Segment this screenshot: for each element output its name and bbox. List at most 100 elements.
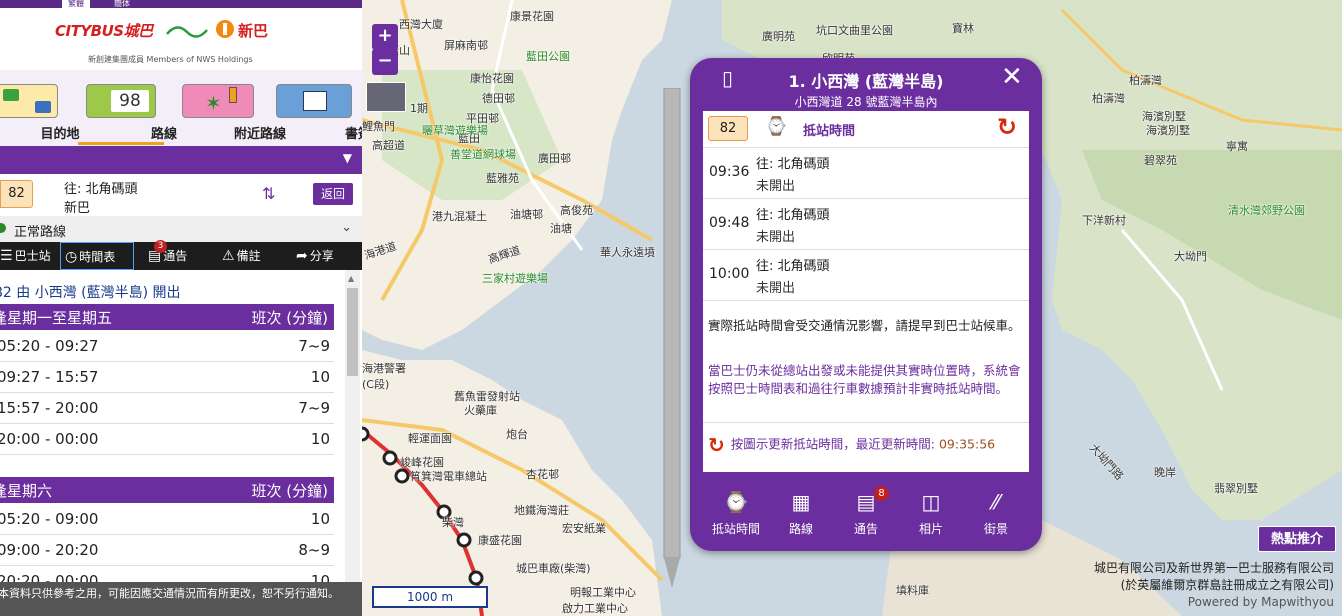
map-label: 柏濤灣	[1129, 74, 1162, 87]
tab-simplified[interactable]: 簡体	[108, 0, 136, 8]
map-label: 碧翠苑	[1144, 154, 1177, 167]
tool-notice[interactable]: ▤ 3 通告	[148, 240, 208, 270]
stop-popup: ▯ 1. 小西灣 (藍灣半島) 小西灣道 28 號藍灣半島內 ✕ 82 ⌚ 抵站…	[690, 58, 1042, 551]
map-label: 晚岸	[1154, 466, 1176, 479]
nav-route[interactable]: 98 路線	[78, 70, 177, 146]
route-number-icon: 98	[86, 84, 156, 118]
update-text: 按圖示更新抵站時間，最近更新時間:	[730, 436, 935, 452]
tool-share-label: 分享	[309, 249, 334, 263]
popup-tab-label: 相片	[918, 522, 943, 536]
bookmark-book-icon	[276, 84, 352, 118]
map-label: 1期	[410, 102, 428, 115]
map-label: 杏花邨	[526, 468, 559, 481]
tool-notice-label: 通告	[163, 249, 188, 263]
triangle-down-icon[interactable]: ▼	[343, 151, 352, 165]
nav-bookmark[interactable]: 書簽	[272, 70, 362, 146]
popup-tab-label: 街景	[983, 522, 1008, 536]
back-button[interactable]: 返回	[313, 183, 353, 205]
popup-tab-photo[interactable]: ◫ 相片	[901, 490, 961, 537]
tab-traditional[interactable]: 繁體	[62, 0, 90, 8]
map-label: 油塘邨	[510, 208, 543, 221]
streetview-icon: ⁄⁄	[992, 490, 1000, 514]
close-icon[interactable]: ✕	[1001, 62, 1023, 92]
table-row: 09:27 - 15:57 10	[0, 362, 334, 393]
map-label: 火藥庫	[464, 404, 497, 417]
nav-label-bookmark: 書簽	[344, 127, 362, 142]
citybus-logo: CITYBUS城巴	[55, 22, 153, 40]
table-row: 20:00 - 00:00 10	[0, 424, 334, 455]
popup-tab-notice[interactable]: ▤ 8 通告	[836, 486, 896, 537]
map-label: 清水灣郊野公園	[1228, 204, 1305, 217]
tool-timetable[interactable]: ◷ 時間表	[60, 242, 134, 270]
timetable: 82 由 小西灣 (藍灣半島) 開出 逢星期一至星期五 班次 (分鐘) 05:2…	[0, 270, 344, 582]
popup-subtitle: 小西灣道 28 號藍灣半島內	[794, 95, 938, 109]
tool-stops[interactable]: ☰ 巴士站	[0, 242, 58, 270]
table-row: 05:20 - 09:27 7~9	[0, 331, 334, 362]
nav-destination[interactable]: 目的地	[0, 70, 80, 146]
map-label: 曬草灣遊樂場	[422, 124, 488, 137]
tool-share[interactable]: ➦ 分享	[296, 242, 356, 270]
powered-by: Powered by Mapwithyou	[1187, 595, 1334, 609]
eta-destination: 往: 北角碼頭	[756, 157, 830, 172]
from-to-icon	[0, 84, 58, 118]
eta-label: 抵站時間	[803, 124, 856, 139]
section-days: 逢星期一至星期五	[0, 309, 113, 327]
bookmark-icon[interactable]: ▯	[722, 66, 733, 90]
swap-direction-icon[interactable]: ⇅	[262, 184, 275, 203]
map-pin-icon	[663, 88, 681, 588]
map-label: 城巴車廠(柴灣)	[516, 562, 591, 575]
map-label: 寧寓	[1226, 140, 1248, 153]
section-days: 逢星期六	[0, 482, 53, 500]
logo-area: CITYBUS城巴 新巴 新創建集團成員 Members of NWS Hold…	[0, 8, 362, 70]
camera-icon: ◫	[921, 490, 941, 514]
nwfb-logo: 新巴	[238, 22, 269, 40]
map-label: 屏麻南邨	[444, 39, 488, 52]
nearby-walk-icon: ✶	[182, 84, 254, 118]
list-icon: ☰	[0, 248, 13, 264]
scrollbar-thumb[interactable]	[347, 288, 358, 376]
scroll-up-icon[interactable]: ▲	[348, 274, 354, 283]
chevron-down-icon[interactable]: ⌄	[341, 220, 352, 235]
zoom-out-button[interactable]: −	[372, 49, 398, 75]
timetable-scrollbar[interactable]: ▲	[345, 270, 360, 582]
map-label: 德田邨	[482, 92, 515, 105]
route-status: 正常路線	[14, 225, 67, 240]
map-label: 海濱別墅	[1146, 124, 1190, 137]
section-freq-header: 班次 (分鐘)	[251, 482, 328, 500]
map-label: 炮台	[506, 428, 528, 441]
map-label: 西灣大廈	[399, 18, 443, 31]
logo-subtitle: 新創建集團成員 Members of NWS Holdings	[88, 55, 253, 64]
eta-row: 09:48 往: 北角碼頭 未開出	[703, 199, 1029, 250]
update-row[interactable]: ↻ 按圖示更新抵站時間，最近更新時間: 09:35:56	[708, 433, 1026, 457]
map-label: 康怡花園	[470, 72, 514, 85]
eta-watch-icon: ⌚	[765, 116, 788, 137]
table-row: 05:20 - 09:00 10	[0, 504, 334, 535]
route-status-row[interactable]: 正常路線 ⌄	[0, 216, 362, 242]
map-label: 康景花園	[510, 10, 554, 23]
refresh-icon[interactable]: ↻	[997, 113, 1017, 141]
update-time: 09:35:56	[938, 436, 996, 452]
map-label: 地鐵海灣莊	[514, 504, 569, 517]
map-label: 筲箕灣電車總站	[410, 470, 487, 483]
map-layer-icon[interactable]	[366, 82, 406, 112]
collapse-bar[interactable]: ▼	[0, 146, 362, 174]
map-label: 寶林	[952, 22, 974, 35]
popup-tab-streetview[interactable]: ⁄⁄ 街景	[966, 490, 1026, 537]
popup-tab-eta[interactable]: ⌚ 抵站時間	[706, 490, 766, 537]
tool-remarks[interactable]: ⚠ 備註	[222, 242, 282, 270]
refresh-icon[interactable]: ↻	[708, 433, 725, 457]
map-label: 下洋新村	[1082, 214, 1126, 227]
table-row: 20:20 - 00:00 10	[0, 566, 334, 582]
tool-timetable-label: 時間表	[79, 250, 116, 264]
nav-nearby[interactable]: ✶ 附近路線	[174, 70, 286, 146]
popup-body: 82 ⌚ 抵站時間 ↻ 09:36 往: 北角碼頭 未開出 09:48 往: 北…	[703, 111, 1029, 472]
popup-tab-route[interactable]: ▦ 路線	[771, 490, 831, 537]
zoom-in-button[interactable]: +	[372, 24, 398, 50]
disclaimer: 本資料只供參考之用，可能因應交通情況而有所更改，恕不另行通知。	[0, 582, 362, 616]
map-label: 廣明苑	[762, 30, 795, 43]
map-label: 油塘	[550, 222, 572, 235]
active-tab-underline	[78, 142, 164, 145]
tool-remarks-label: 備註	[236, 249, 261, 263]
map-label: 海港警署	[362, 362, 406, 375]
hotspot-button[interactable]: 熱點推介	[1258, 526, 1336, 552]
